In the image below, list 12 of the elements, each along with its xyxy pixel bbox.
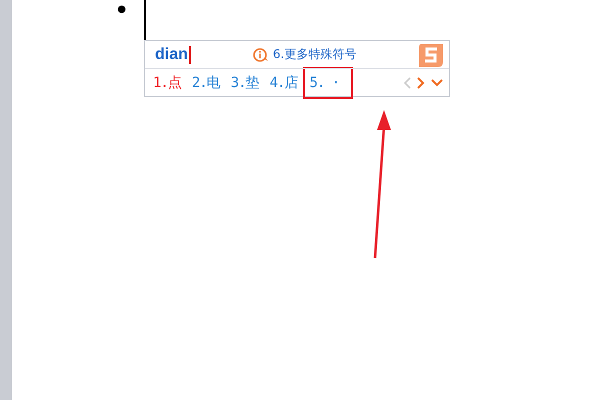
candidate-item[interactable]: 2.电 (192, 74, 220, 92)
candidate-item[interactable]: 5. · (305, 68, 352, 96)
next-page-icon[interactable] (417, 76, 425, 88)
bullet-point: • (114, 0, 130, 26)
candidate-item[interactable]: 4.店 (270, 74, 298, 92)
chevron-down-icon[interactable] (431, 78, 443, 86)
info-icon (252, 48, 269, 62)
composition-text: dian (155, 46, 191, 64)
candidate-item[interactable]: 3.垫 (230, 74, 259, 92)
hint-link[interactable]: 6.更多特殊符号 (272, 46, 356, 63)
text-cursor (144, 0, 146, 40)
candidate-item[interactable]: 1.点 (153, 74, 181, 92)
